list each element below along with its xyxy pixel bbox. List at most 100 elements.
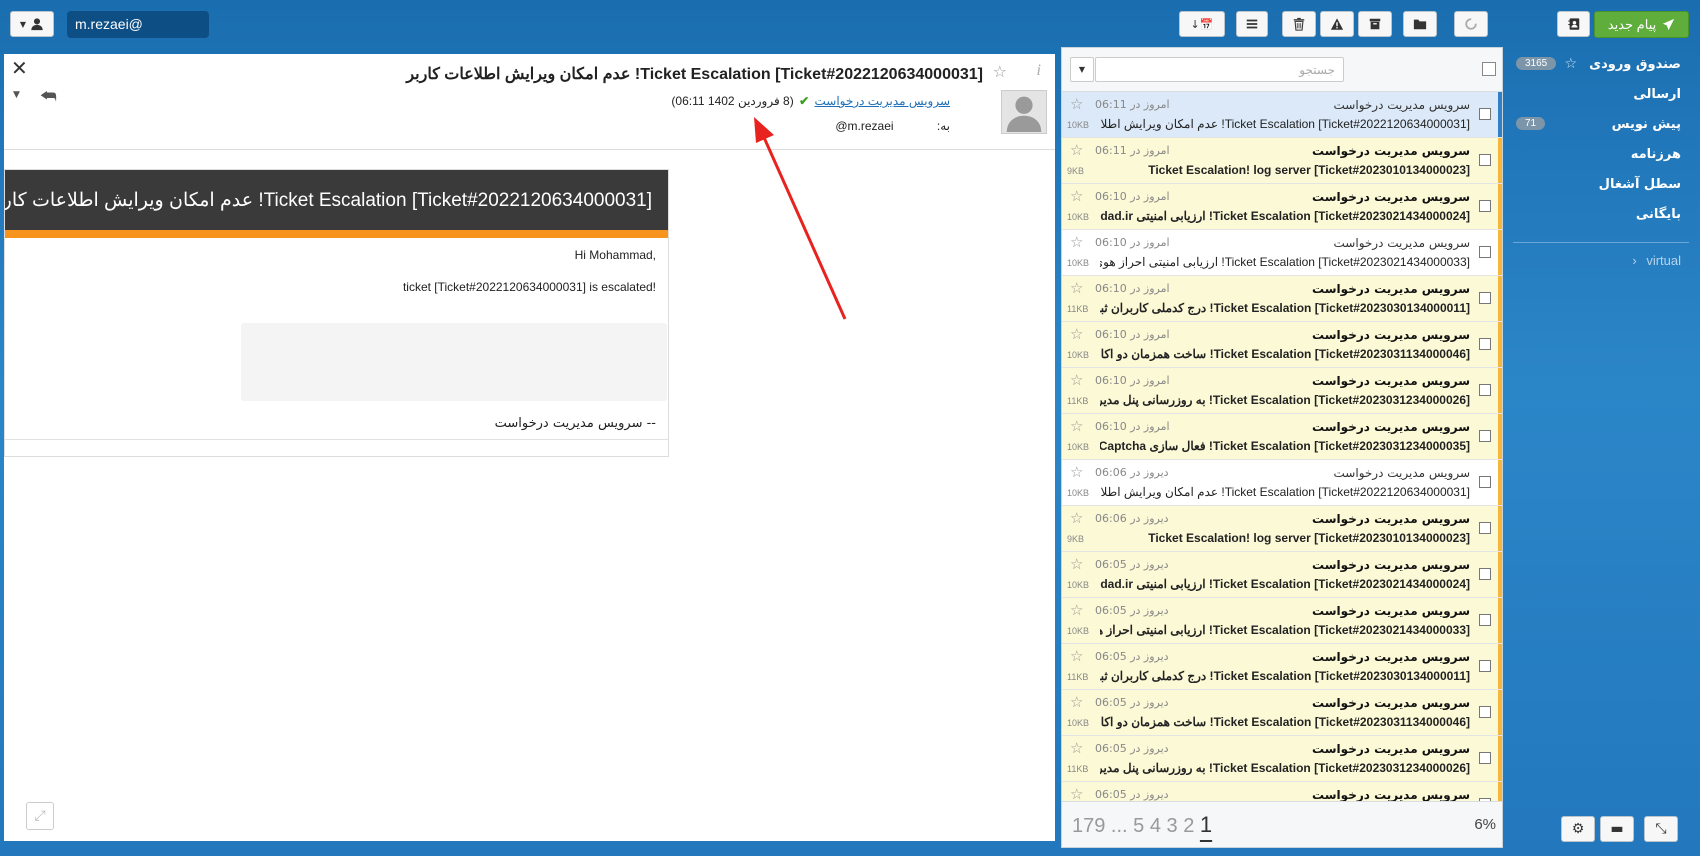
unread-count-badge: 3165 — [1516, 57, 1557, 70]
row-date: امروز در 06:11 — [1095, 144, 1170, 157]
row-checkbox[interactable] — [1479, 660, 1491, 672]
message-row[interactable]: سرویس مدیریت درخواست [Ticket#202303113400… — [1062, 690, 1502, 736]
row-subject: [Ticket#2023031134000046] Ticket Escalat… — [1100, 347, 1470, 361]
star-icon[interactable]: ☆ — [1070, 647, 1083, 665]
star-icon[interactable]: ☆ — [1564, 56, 1577, 72]
star-icon[interactable]: ☆ — [1070, 187, 1083, 205]
message-row[interactable]: سرویس مدیریت درخواست [Ticket#202302143400… — [1062, 552, 1502, 598]
star-icon[interactable]: ☆ — [1070, 371, 1083, 389]
sort-date-button[interactable]: ↓📅 — [1179, 11, 1225, 37]
refresh-button[interactable] — [1454, 11, 1488, 37]
close-icon[interactable]: ✕ — [11, 56, 28, 80]
pagination[interactable]: 179 ... 5 4 3 2 1 — [1072, 812, 1212, 838]
move-folder-button[interactable] — [1403, 11, 1437, 37]
row-checkbox[interactable] — [1479, 476, 1491, 488]
star-icon[interactable]: ☆ — [1070, 463, 1083, 481]
row-flag-bar — [1498, 598, 1502, 643]
sender-link[interactable]: سرویس مدیریت درخواست — [814, 94, 950, 108]
search-input[interactable] — [1095, 57, 1344, 82]
message-subject: [Ticket#2022120634000031] Ticket Escalat… — [406, 66, 983, 83]
to-address[interactable]: m.rezaei@ — [835, 119, 893, 133]
list-options-dropdown[interactable]: ▼ — [1070, 57, 1094, 82]
message-row[interactable]: سرویس مدیریت درخواست [Ticket#202303013400… — [1062, 644, 1502, 690]
message-row[interactable]: سرویس مدیریت درخواست [Ticket#202303113400… — [1062, 322, 1502, 368]
spam-button[interactable] — [1320, 11, 1354, 37]
message-row[interactable]: سرویس مدیریت درخواست [Ticket#202302143400… — [1062, 184, 1502, 230]
star-icon[interactable]: ☆ — [1070, 601, 1083, 619]
reply-options-caret-icon[interactable]: ▼ — [13, 90, 20, 100]
settings-button[interactable]: ⚙ — [1561, 816, 1595, 842]
message-row[interactable]: سرویس مدیریت درخواست☆دیروز در 06:0510KB — [1062, 782, 1502, 802]
collapse-button[interactable]: ⤡ — [1644, 816, 1678, 842]
message-row[interactable]: سرویس مدیریت درخواست [Ticket#202212063400… — [1062, 460, 1502, 506]
row-checkbox[interactable] — [1479, 154, 1491, 166]
list-view-button[interactable] — [1236, 11, 1268, 37]
folder-manage-button[interactable]: ▬ — [1600, 816, 1634, 842]
star-icon[interactable]: ☆ — [1070, 785, 1083, 802]
row-size: 10KB — [1067, 626, 1090, 636]
fullscreen-icon[interactable]: ⤢ — [26, 802, 54, 830]
message-row[interactable]: سرویس مدیریت درخواست [Ticket#202303013400… — [1062, 276, 1502, 322]
folder-item[interactable]: سطل آشغال — [1509, 170, 1697, 200]
folder-item[interactable]: پیش نویس 71 — [1509, 110, 1697, 140]
info-icon[interactable]: i — [1037, 62, 1041, 80]
row-checkbox[interactable] — [1479, 706, 1491, 718]
row-checkbox[interactable] — [1479, 522, 1491, 534]
star-icon[interactable]: ☆ — [1070, 693, 1083, 711]
row-sender: سرویس مدیریت درخواست — [1312, 328, 1470, 342]
star-icon[interactable]: ☆ — [1070, 141, 1083, 159]
star-icon[interactable]: ☆ — [1070, 739, 1083, 757]
row-checkbox[interactable] — [1479, 108, 1491, 120]
message-row[interactable]: سرویس مدیریت درخواست Ticket Escalation! l… — [1062, 506, 1502, 552]
message-row[interactable]: سرویس مدیریت درخواست [Ticket#202303123400… — [1062, 736, 1502, 782]
row-date: دیروز در 06:05 — [1095, 696, 1169, 709]
star-icon[interactable]: ☆ — [1070, 555, 1083, 573]
message-row[interactable]: سرویس مدیریت درخواست [Ticket#202303123400… — [1062, 414, 1502, 460]
row-date: دیروز در 06:05 — [1095, 558, 1169, 571]
new-message-button[interactable]: پیام جدید — [1594, 11, 1689, 38]
message-row[interactable]: سرویس مدیریت درخواست [Ticket#202212063400… — [1062, 92, 1502, 138]
reading-pane: ✕ ⮪ ▼ i ☆ [Ticket#2022120634000031] Tick… — [4, 54, 1055, 841]
row-checkbox[interactable] — [1479, 292, 1491, 304]
folder-item[interactable]: هرزنامه — [1509, 140, 1697, 170]
row-checkbox[interactable] — [1479, 614, 1491, 626]
archive-button[interactable] — [1358, 11, 1392, 37]
message-row[interactable]: سرویس مدیریت درخواست [Ticket#202303123400… — [1062, 368, 1502, 414]
message-row[interactable]: سرویس مدیریت درخواست Ticket Escalation! l… — [1062, 138, 1502, 184]
row-size: 9KB — [1067, 534, 1085, 544]
gear-icon: ⚙ — [1571, 821, 1585, 837]
row-checkbox[interactable] — [1479, 568, 1491, 580]
star-icon[interactable]: ☆ — [1070, 95, 1083, 113]
delete-button[interactable] — [1282, 11, 1316, 37]
message-row[interactable]: سرویس مدیریت درخواست [Ticket#202302143400… — [1062, 230, 1502, 276]
message-row[interactable]: سرویس مدیریت درخواست [Ticket#202302143400… — [1062, 598, 1502, 644]
reply-icon[interactable]: ⮪ — [40, 86, 57, 107]
folder-item[interactable]: صندوق ورودی ☆ 3165 — [1509, 50, 1697, 80]
star-icon[interactable]: ☆ — [1070, 233, 1083, 251]
row-checkbox[interactable] — [1479, 338, 1491, 350]
star-icon[interactable]: ☆ — [1070, 279, 1083, 297]
folder-label: پیش نویس — [1611, 117, 1681, 132]
row-checkbox[interactable] — [1479, 384, 1491, 396]
star-icon[interactable]: ☆ — [1070, 509, 1083, 527]
folder-item[interactable]: بایگانی — [1509, 200, 1697, 230]
page-links[interactable]: 179 ... 5 4 3 2 — [1072, 815, 1194, 837]
star-icon[interactable]: ☆ — [1070, 325, 1083, 343]
row-checkbox[interactable] — [1479, 246, 1491, 258]
address-book-button[interactable] — [1557, 11, 1590, 37]
row-flag-bar — [1498, 414, 1502, 459]
row-flag-bar — [1498, 276, 1502, 321]
virtual-folders-toggle[interactable]: virtual ‹ — [1509, 253, 1697, 268]
row-checkbox[interactable] — [1479, 752, 1491, 764]
star-icon[interactable]: ☆ — [993, 62, 1007, 81]
user-icon — [31, 18, 43, 31]
user-menu-button[interactable]: ▼ — [10, 11, 54, 37]
star-icon[interactable]: ☆ — [1070, 417, 1083, 435]
body-line: ticket [Ticket#2022120634000031] is esca… — [402, 280, 656, 294]
folder-item[interactable]: ارسالی — [1509, 80, 1697, 110]
row-checkbox[interactable] — [1479, 430, 1491, 442]
from-line: سرویس مدیریت درخواست ✔ (8 فروردین 1402 0… — [671, 94, 950, 108]
row-checkbox[interactable] — [1479, 200, 1491, 212]
quota-percent: 6% — [1474, 816, 1496, 833]
select-all-checkbox[interactable] — [1482, 62, 1496, 76]
